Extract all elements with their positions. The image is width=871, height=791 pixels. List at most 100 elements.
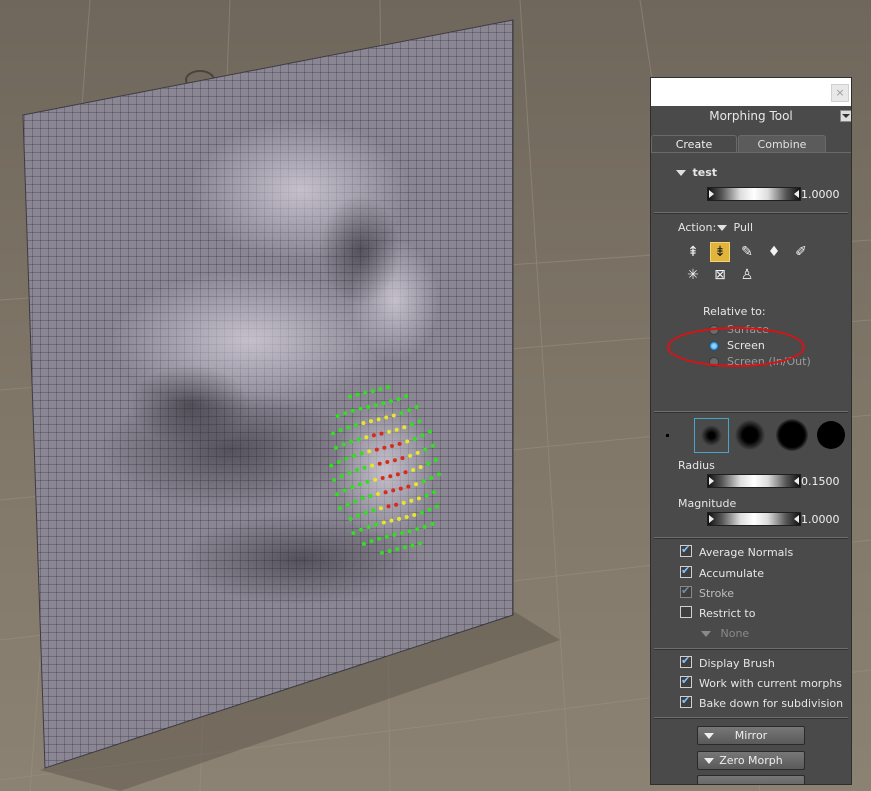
- brush-preset-selected-frame[interactable]: [694, 418, 729, 453]
- accumulate-label: Accumulate: [699, 567, 764, 580]
- brush-point: [378, 387, 383, 392]
- panel-title: Morphing Tool: [709, 109, 793, 123]
- smooth-icon[interactable]: ♦: [764, 242, 784, 262]
- slider-right-arrow-icon: [794, 515, 799, 523]
- brush-point: [364, 435, 369, 440]
- brush-point: [394, 502, 399, 507]
- brush-point: [378, 506, 383, 511]
- panel-menu-button[interactable]: [840, 110, 851, 122]
- brush-point: [418, 541, 422, 546]
- chevron-down-icon: [717, 225, 727, 231]
- brush-point: [359, 527, 363, 532]
- tab-create[interactable]: Create: [651, 135, 737, 153]
- checkbox-display-brush[interactable]: [680, 654, 692, 668]
- checkbox-bake-down[interactable]: [680, 694, 692, 708]
- brush-point: [360, 496, 365, 501]
- brush-point: [373, 477, 378, 482]
- checkbox-work-with-current-morphs[interactable]: [680, 674, 692, 688]
- brush-preset-medium[interactable]: [735, 420, 765, 450]
- slider-left-arrow-icon: [709, 477, 714, 485]
- divider: [654, 212, 848, 213]
- brush-point: [350, 408, 355, 413]
- slider-right-arrow-icon: [794, 477, 799, 485]
- brush-point: [419, 510, 424, 515]
- brush-preset-large[interactable]: [776, 419, 808, 451]
- divider: [654, 648, 848, 649]
- mirror-button-label: Mirror: [734, 729, 768, 742]
- checkbox-restrict-to[interactable]: [680, 606, 692, 618]
- flatten-icon[interactable]: ⊠: [710, 265, 730, 285]
- brush-point: [350, 485, 355, 490]
- magnitude-slider[interactable]: [707, 512, 801, 526]
- brush-point: [416, 496, 421, 501]
- brush-point: [374, 522, 379, 527]
- brush-point: [420, 433, 425, 438]
- brush-point: [397, 516, 401, 521]
- brush-point: [424, 493, 429, 498]
- brush-point: [390, 444, 394, 448]
- brush-point: [397, 441, 402, 446]
- brush-point: [388, 474, 393, 479]
- pinch-icon[interactable]: ✳: [683, 265, 703, 285]
- brush-point: [385, 460, 390, 464]
- brush-point: [342, 488, 347, 493]
- brush-preset-tiny[interactable]: [666, 434, 669, 437]
- checkbox-accumulate[interactable]: [680, 564, 692, 578]
- restrict-to-dropdown[interactable]: None: [701, 627, 749, 640]
- brush-point: [426, 461, 431, 466]
- brush-point: [338, 428, 343, 433]
- mirror-button[interactable]: Mirror: [697, 726, 805, 745]
- push-icon[interactable]: ⇞: [683, 242, 703, 262]
- brush-icon[interactable]: ✎: [737, 242, 757, 262]
- average-normals-label: Average Normals: [699, 546, 794, 559]
- brush-point: [381, 520, 386, 525]
- brush-point: [354, 468, 359, 472]
- zero-morph-button[interactable]: Zero Morph: [697, 751, 805, 770]
- brush-point: [371, 433, 376, 438]
- radius-slider[interactable]: [707, 474, 801, 488]
- brush-point: [356, 513, 361, 518]
- brush-point: [403, 470, 408, 475]
- pull-icon[interactable]: ⇟: [710, 242, 730, 262]
- brush-point: [359, 451, 364, 456]
- tab-combine[interactable]: Combine: [738, 135, 826, 153]
- brush-point: [348, 394, 352, 399]
- brush-point: [366, 404, 371, 409]
- brush-point: [409, 498, 414, 503]
- stroke-label: Stroke: [699, 587, 735, 600]
- brush-point: [411, 468, 416, 472]
- brush-point: [387, 548, 392, 553]
- brush-point: [345, 502, 350, 507]
- partial-button[interactable]: [697, 775, 805, 784]
- display-brush-label: Display Brush: [699, 657, 775, 670]
- brush-point: [348, 516, 353, 521]
- brush-point: [376, 417, 381, 422]
- brush-point: [400, 456, 405, 461]
- brush-point: [430, 522, 435, 526]
- morph-value-slider[interactable]: [707, 187, 801, 201]
- brush-point: [407, 529, 412, 534]
- checkbox-average-normals[interactable]: [680, 543, 692, 557]
- action-dropdown[interactable]: Pull: [717, 221, 753, 234]
- close-icon[interactable]: ×: [831, 84, 849, 102]
- brush-point: [376, 492, 380, 496]
- action-label: Action:: [678, 221, 717, 234]
- morph-expander[interactable]: test: [676, 166, 717, 179]
- eraser-icon[interactable]: ✐: [791, 242, 811, 262]
- brush-preset-hard[interactable]: [817, 421, 845, 449]
- brush-point: [415, 450, 420, 455]
- chevron-down-icon: [701, 631, 711, 637]
- checkbox-stroke[interactable]: [680, 584, 692, 598]
- brush-point: [427, 507, 432, 512]
- chevron-down-icon: [704, 758, 714, 764]
- brush-point: [358, 406, 363, 411]
- brush-point: [422, 524, 427, 529]
- brush-point: [392, 458, 397, 463]
- brush-point: [402, 545, 407, 550]
- bake-down-label: Bake down for subdivision: [699, 697, 844, 710]
- sculpt-icon[interactable]: ♙: [737, 265, 757, 285]
- brush-point: [367, 449, 372, 454]
- brush-point: [389, 518, 394, 523]
- relative-to-label: Relative to:: [703, 305, 766, 318]
- brush-point: [336, 460, 341, 464]
